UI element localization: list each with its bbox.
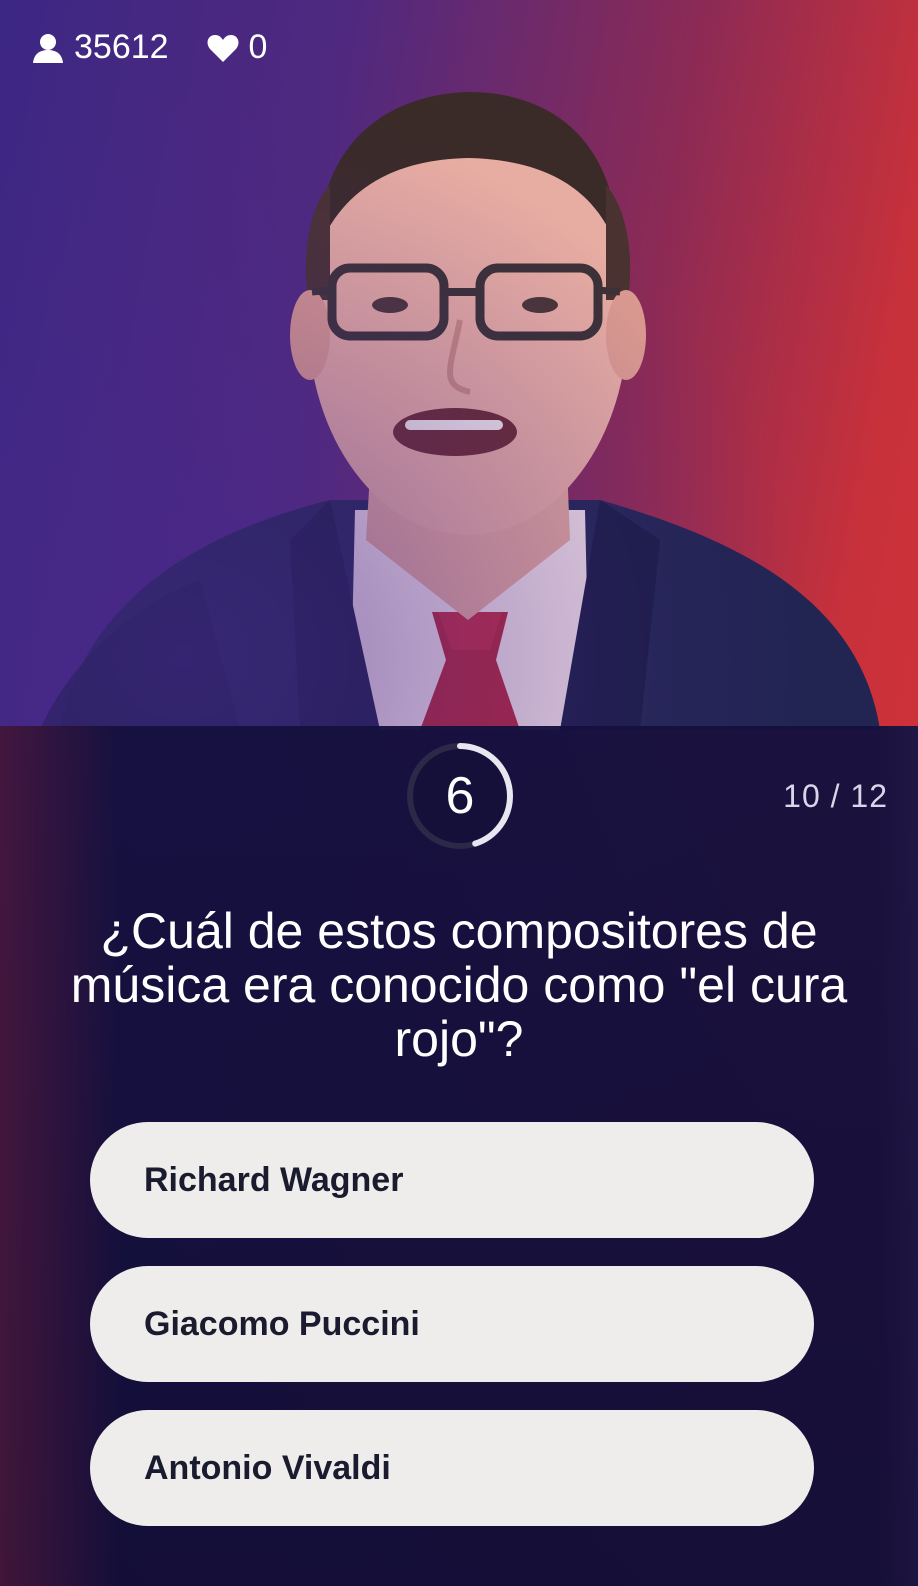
quiz-screen: 35612 0 6 10 / 12 ¿Cuál de estos composi… (0, 0, 918, 1586)
viewer-count: 35612 (74, 28, 169, 66)
heart-count: 0 (248, 28, 268, 66)
question-text: ¿Cuál de estos compositores de música er… (70, 903, 848, 1067)
answer-option-3[interactable]: Antonio Vivaldi (90, 1410, 814, 1526)
answer-option-1[interactable]: Richard Wagner (90, 1122, 814, 1238)
hearts-stat: 0 (207, 28, 268, 67)
person-icon (32, 33, 64, 63)
countdown-timer: 6 (404, 740, 516, 852)
stats-bar: 35612 0 (32, 28, 267, 67)
answer-label: Giacomo Puccini (144, 1304, 420, 1343)
answer-option-2[interactable]: Giacomo Puccini (90, 1266, 814, 1382)
timer-seconds: 6 (445, 767, 475, 825)
answer-label: Antonio Vivaldi (144, 1448, 391, 1487)
answer-list: Richard Wagner Giacomo Puccini Antonio V… (90, 1122, 814, 1554)
presenter-video (40, 92, 880, 730)
question-progress: 10 / 12 (783, 778, 888, 814)
answer-label: Richard Wagner (144, 1160, 404, 1199)
heart-icon (207, 33, 239, 63)
viewers-stat: 35612 (32, 28, 169, 67)
